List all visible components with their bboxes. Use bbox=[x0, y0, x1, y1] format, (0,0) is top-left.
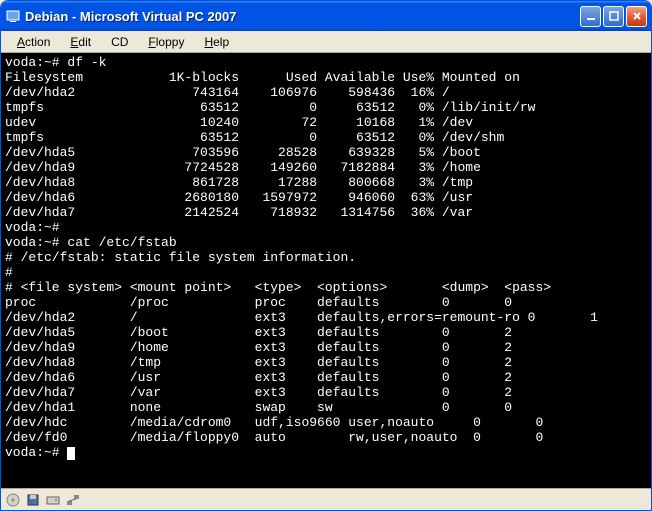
terminal[interactable]: voda:~# df -k Filesystem 1K-blocks Used … bbox=[1, 53, 651, 488]
menu-action-rest: ction bbox=[25, 35, 50, 49]
menubar: Action Edit CD Floppy Help bbox=[1, 31, 651, 53]
menu-floppy[interactable]: Floppy bbox=[138, 33, 194, 51]
menu-help-rest: elp bbox=[213, 35, 229, 49]
cd-icon[interactable] bbox=[5, 492, 21, 508]
window-title: Debian - Microsoft Virtual PC 2007 bbox=[25, 9, 580, 24]
statusbar bbox=[1, 488, 651, 510]
minimize-button[interactable] bbox=[580, 6, 601, 27]
cursor bbox=[67, 447, 75, 460]
app-icon bbox=[5, 8, 21, 24]
titlebar[interactable]: Debian - Microsoft Virtual PC 2007 bbox=[1, 1, 651, 31]
floppy-icon[interactable] bbox=[25, 492, 41, 508]
menu-cd[interactable]: CD bbox=[101, 33, 138, 51]
close-button[interactable] bbox=[626, 6, 647, 27]
menu-action[interactable]: Action bbox=[7, 33, 60, 51]
window-controls bbox=[580, 6, 647, 27]
menu-edit[interactable]: Edit bbox=[60, 33, 101, 51]
app-window: Debian - Microsoft Virtual PC 2007 Actio… bbox=[0, 0, 652, 511]
menu-edit-rest: dit bbox=[78, 35, 91, 49]
menu-help[interactable]: Help bbox=[194, 33, 239, 51]
menu-floppy-rest: loppy bbox=[156, 35, 185, 49]
network-icon[interactable] bbox=[65, 492, 81, 508]
maximize-button[interactable] bbox=[603, 6, 624, 27]
drive-icon[interactable] bbox=[45, 492, 61, 508]
